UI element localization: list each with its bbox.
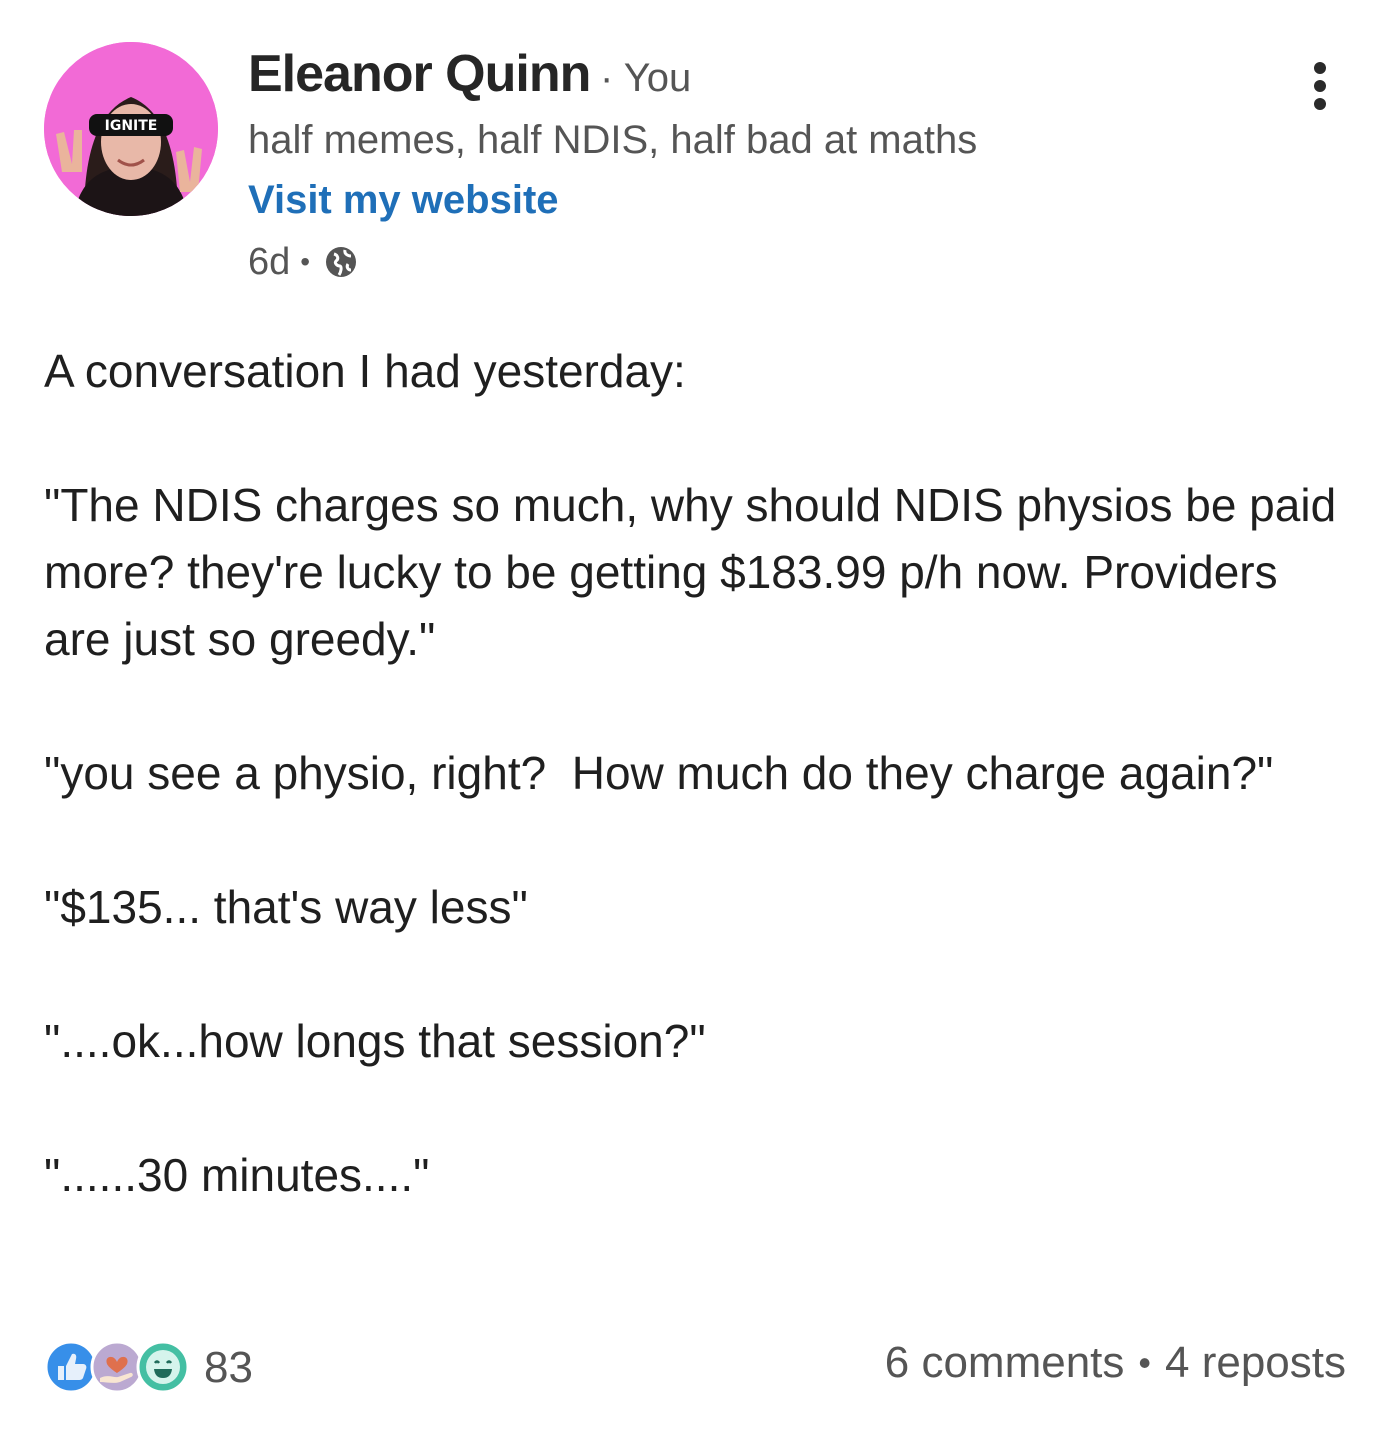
sunglasses-text: IGNITE [105, 118, 158, 134]
avatar[interactable]: IGNITE [44, 42, 218, 216]
author-relation-label: You [623, 56, 692, 100]
post-paragraph: "....ok...how longs that session?" [44, 1015, 706, 1067]
post-paragraph: "you see a physio, right? How much do th… [44, 747, 1274, 799]
post-paragraph: "The NDIS charges so much, why should ND… [44, 479, 1349, 665]
comments-count-link[interactable]: 6 comments [885, 1338, 1125, 1388]
author-name[interactable]: Eleanor Quinn [248, 44, 591, 104]
reactions-summary[interactable]: 83 [44, 1336, 253, 1400]
feed-post: IGNITE Eleanor Quinn · You half memes, h… [0, 0, 1392, 1440]
post-body: A conversation I had yesterday: "The NDI… [44, 338, 1354, 1276]
globe-icon [324, 245, 358, 279]
separator-dot: • [1138, 1342, 1152, 1383]
visit-website-link[interactable]: Visit my website [248, 178, 559, 223]
post-meta: 6d • [248, 238, 358, 286]
post-paragraph: "$135... that's way less" [44, 881, 528, 933]
reposts-count-link[interactable]: 4 reposts [1165, 1338, 1346, 1388]
reaction-icons [44, 1338, 194, 1398]
author-headline: half memes, half NDIS, half bad at maths [248, 118, 978, 162]
social-counts: 6 comments • 4 reposts [885, 1338, 1346, 1388]
author-relation: · You [600, 56, 691, 101]
post-paragraph: "......30 minutes...." [44, 1149, 430, 1201]
more-vertical-icon [1314, 62, 1326, 110]
avatar-image: IGNITE [44, 42, 218, 216]
post-paragraph: A conversation I had yesterday: [44, 345, 686, 397]
separator-dot: • [300, 246, 311, 277]
more-options-button[interactable] [1300, 56, 1340, 116]
post-age: 6d [248, 240, 291, 283]
reaction-count: 83 [204, 1343, 253, 1392]
separator-dot: · [600, 56, 624, 100]
funny-icon [136, 1340, 190, 1394]
